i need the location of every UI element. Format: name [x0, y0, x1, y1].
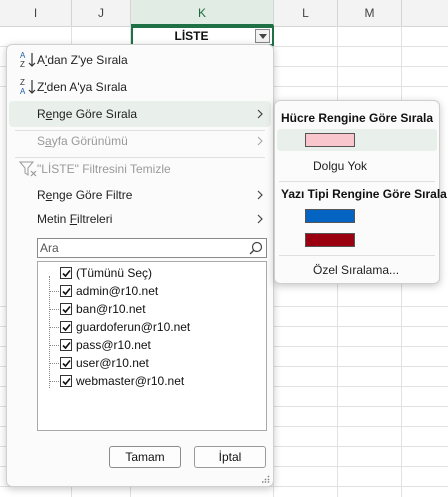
- column-headers: I J K L M: [0, 0, 448, 27]
- header-cell-text: LİSTE: [174, 29, 209, 43]
- chevron-right-icon: [257, 109, 263, 119]
- color-swatch: [305, 233, 355, 247]
- cell-color-heading: Hücre Rengine Göre Sırala: [281, 111, 434, 125]
- tree-connector: [49, 327, 59, 328]
- submenu-separator: [279, 181, 435, 182]
- tree-connector: [49, 381, 59, 382]
- cell-color-option[interactable]: [277, 129, 437, 151]
- column-header-l[interactable]: L: [274, 0, 338, 26]
- list-item-label: guardoferun@r10.net: [76, 320, 191, 334]
- menu-item-sort-by-color-label: Renge Göre Sırala: [37, 107, 138, 121]
- search-input[interactable]: [40, 240, 240, 256]
- tree-connector: [49, 345, 59, 346]
- menu-item-sort-za[interactable]: Z A Z'den A'ya Sırala: [9, 74, 271, 100]
- menu-item-sheet-view-label: Sayfa Görünümü: [37, 134, 128, 148]
- custom-sort-label: Özel Sıralama...: [313, 263, 400, 277]
- menu-item-sort-by-color[interactable]: Renge Göre Sırala: [9, 101, 271, 127]
- no-fill-option[interactable]: Dolgu Yok: [277, 155, 437, 177]
- menu-item-sheet-view[interactable]: Sayfa Görünümü: [9, 128, 271, 154]
- menu-item-text-filters-label: Metin Filtreleri: [37, 212, 113, 226]
- font-color-option-red[interactable]: [277, 229, 437, 251]
- tree-connector: [49, 363, 59, 364]
- svg-text:A: A: [20, 51, 26, 60]
- column-header-j[interactable]: J: [72, 0, 131, 26]
- chevron-right-icon: [257, 214, 263, 224]
- sort-za-icon: Z A: [19, 77, 39, 97]
- svg-text:Z: Z: [20, 78, 25, 87]
- column-header-i[interactable]: I: [0, 0, 72, 26]
- svg-text:Z: Z: [20, 60, 25, 69]
- menu-item-clear-filter-label: "LİSTE" Filtresini Temizle: [37, 162, 171, 176]
- color-swatch: [305, 209, 355, 223]
- list-item-label: ban@r10.net: [76, 302, 146, 316]
- checkbox[interactable]: [60, 375, 72, 387]
- menu-item-filter-by-color[interactable]: Renge Göre Filtre: [9, 182, 271, 208]
- menu-item-sort-az-label: A'dan Z'ye Sırala: [37, 53, 128, 67]
- header-cell-liste[interactable]: LİSTE: [131, 26, 274, 46]
- menu-item-sort-za-label: Z'den A'ya Sırala: [37, 80, 127, 94]
- font-color-heading: Yazı Tipi Rengine Göre Sırala: [281, 187, 447, 201]
- list-item-label: (Tümünü Seç): [76, 266, 153, 280]
- tree-line: [49, 276, 50, 388]
- tree-connector: [49, 291, 59, 292]
- menu-item-filter-by-color-label: Renge Göre Filtre: [37, 188, 133, 202]
- checkbox[interactable]: [60, 357, 72, 369]
- submenu-separator: [279, 255, 435, 256]
- column-header-m[interactable]: M: [338, 0, 402, 26]
- menu-item-sort-az[interactable]: A Z A'dan Z'ye Sırala: [9, 47, 271, 73]
- clear-filter-icon: [18, 159, 39, 179]
- resize-grip-icon[interactable]: [262, 475, 270, 483]
- sort-az-icon: A Z: [19, 50, 39, 70]
- no-fill-label: Dolgu Yok: [313, 159, 368, 173]
- list-item-label: user@r10.net: [76, 356, 149, 370]
- search-box: [37, 238, 267, 258]
- ok-button[interactable]: Tamam: [109, 446, 181, 468]
- list-item-label: webmaster@r10.net: [76, 374, 185, 388]
- menu-item-text-filters[interactable]: Metin Filtreleri: [9, 206, 271, 232]
- chevron-right-icon: [257, 136, 263, 146]
- column-header-k[interactable]: K: [131, 0, 274, 26]
- sort-by-color-submenu: Hücre Rengine Göre Sırala Dolgu Yok Yazı…: [274, 100, 447, 284]
- font-color-option-blue[interactable]: [277, 205, 437, 227]
- menu-item-clear-filter[interactable]: "LİSTE" Filtresini Temizle: [9, 156, 271, 182]
- list-item-label: admin@r10.net: [76, 284, 159, 298]
- list-item-label: pass@r10.net: [76, 338, 151, 352]
- search-icon[interactable]: [249, 241, 263, 255]
- autofilter-menu: A Z A'dan Z'ye Sırala Z A Z'den A'ya Sır…: [6, 44, 274, 487]
- svg-text:A: A: [20, 87, 26, 96]
- checkbox[interactable]: [60, 303, 72, 315]
- chevron-down-icon: [259, 34, 267, 39]
- custom-sort-option[interactable]: Özel Sıralama...: [277, 259, 437, 281]
- filter-values-list[interactable]: (Tümünü Seç) admin@r10.net ban@r10.net g…: [37, 261, 267, 431]
- cancel-button[interactable]: İptal: [194, 446, 266, 468]
- checkbox[interactable]: [60, 339, 72, 351]
- filter-dropdown-button[interactable]: [255, 29, 270, 43]
- tree-connector: [49, 309, 59, 310]
- checkbox[interactable]: [60, 285, 72, 297]
- checkbox[interactable]: [60, 321, 72, 333]
- color-swatch: [305, 133, 355, 147]
- checkbox[interactable]: [60, 267, 72, 279]
- chevron-right-icon: [257, 190, 263, 200]
